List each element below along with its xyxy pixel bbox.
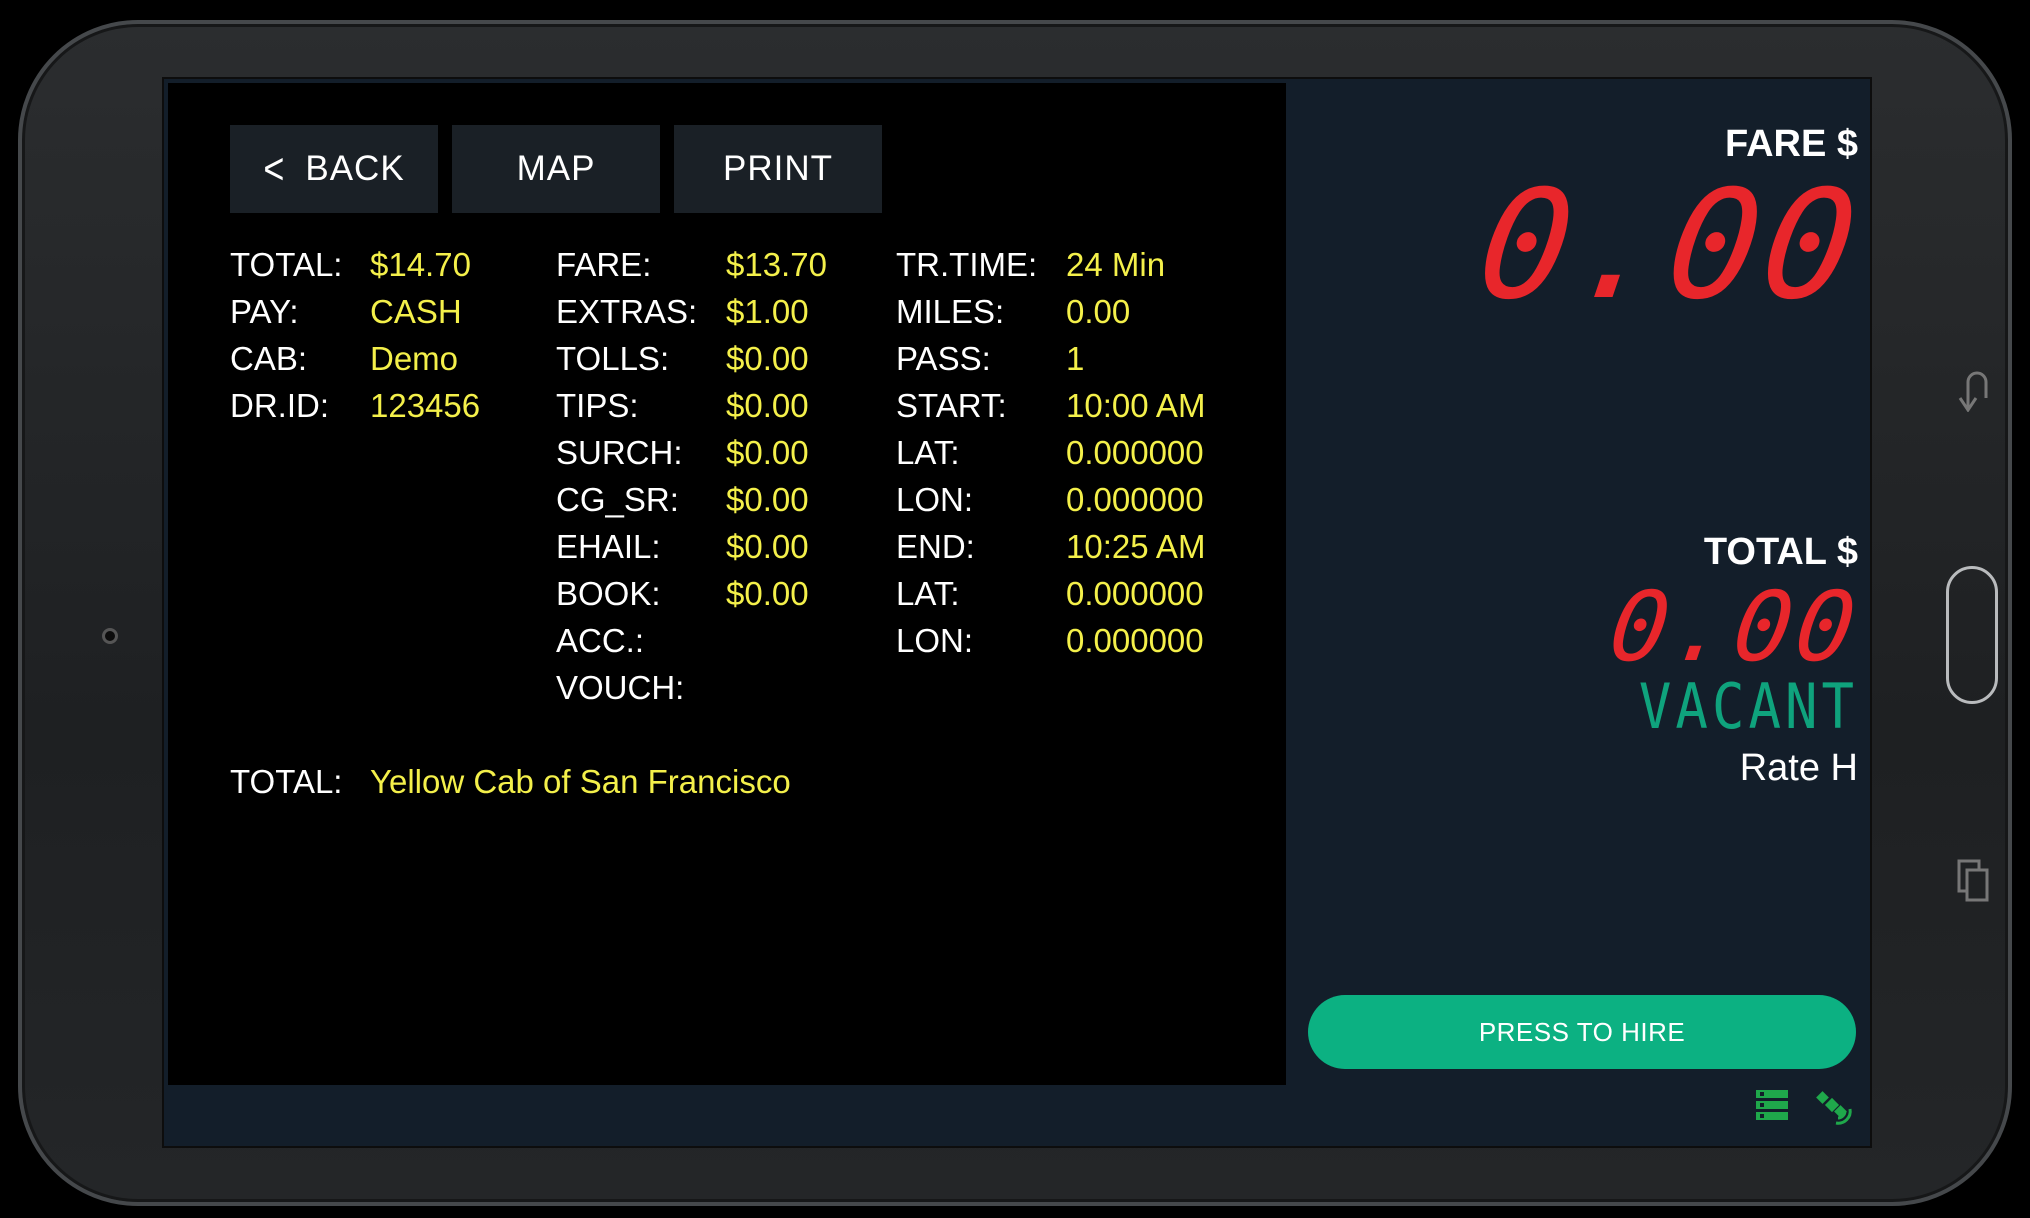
detail-label: BOOK: [556, 574, 661, 612]
detail-row: EHAIL: $0.00 [556, 523, 827, 570]
detail-value: $0.00 [726, 339, 809, 377]
detail-value: 0.000000 [1066, 574, 1204, 612]
detail-label: END: [896, 527, 975, 565]
detail-label: PASS: [896, 339, 991, 377]
detail-label: EXTRAS: [556, 292, 698, 330]
detail-label: START: [896, 386, 1007, 424]
total-label: TOTAL $ [1703, 531, 1858, 573]
detail-label: LON: [896, 621, 974, 659]
detail-label: LAT: [896, 574, 960, 612]
status-display: VACANT [1638, 670, 1858, 743]
detail-value: 123456 [370, 386, 481, 424]
detail-row: END: 10:25 AM [896, 523, 1205, 570]
detail-value: 10:25 AM [1066, 527, 1206, 565]
detail-value: $0.00 [726, 574, 809, 612]
detail-value: $1.00 [726, 292, 809, 330]
company-value: Yellow Cab of San Francisco [370, 763, 791, 800]
detail-label: MILES: [896, 292, 1005, 330]
detail-label: ACC.: [556, 621, 645, 659]
detail-row: LAT: 0.000000 [896, 570, 1205, 617]
meter-pane: FARE $ 0.00 TOTAL $ 0.00 VACANT Rate H P… [1286, 79, 1871, 1146]
detail-label: LAT: [896, 433, 960, 471]
trip-details-pane: < BACK MAP PRINT TOTAL: $14.70 PAY: CASH CAB… [168, 83, 1286, 1085]
satellite-icon [1814, 1087, 1854, 1127]
server-icon [1754, 1087, 1790, 1127]
press-to-hire-button[interactable]: PRESS TO HIRE [1308, 995, 1856, 1069]
detail-row: TOTAL: $14.70 [230, 241, 480, 288]
rate-label: Rate H [1739, 747, 1858, 789]
detail-value: $0.00 [726, 433, 809, 471]
detail-row: LON: 0.000000 [896, 476, 1205, 523]
map-button[interactable]: MAP [452, 125, 660, 213]
detail-row: FARE: $13.70 [556, 241, 827, 288]
detail-label: FARE: [556, 245, 652, 283]
detail-row: PASS: 1 [896, 335, 1205, 382]
detail-value: $14.70 [370, 245, 471, 283]
detail-value: 1 [1066, 339, 1085, 377]
detail-label: CAB: [230, 339, 308, 377]
detail-label: SURCH: [556, 433, 683, 471]
detail-row: TR.TIME: 24 Min [896, 241, 1205, 288]
detail-label: VOUCH: [556, 668, 685, 706]
detail-label: TR.TIME: [896, 245, 1038, 283]
detail-label: TOTAL: [230, 245, 343, 283]
detail-value: 0.000000 [1066, 480, 1204, 518]
detail-row: DR.ID: 123456 [230, 382, 480, 429]
detail-value: $0.00 [726, 480, 809, 518]
detail-row: LAT: 0.000000 [896, 429, 1205, 476]
toolbar: < BACK MAP PRINT [230, 125, 882, 213]
detail-label: DR.ID: [230, 386, 329, 424]
detail-row: START: 10:00 AM [896, 382, 1205, 429]
detail-row: VOUCH: [556, 664, 827, 711]
detail-label: CG_SR: [556, 480, 679, 518]
detail-row: CG_SR: $0.00 [556, 476, 827, 523]
home-button[interactable] [1946, 566, 1998, 704]
camera-icon [102, 628, 118, 644]
back-icon[interactable] [1956, 368, 1990, 413]
detail-row: TOLLS: $0.00 [556, 335, 827, 382]
back-button[interactable]: < BACK [230, 125, 438, 213]
detail-label: TIPS: [556, 386, 639, 424]
detail-row: PAY: CASH [230, 288, 480, 335]
fare-display: 0.00 [1468, 159, 1871, 333]
detail-value: 0.000000 [1066, 621, 1204, 659]
trip-column-summary: TOTAL: $14.70 PAY: CASH CAB: Demo DR.ID: 123456 [230, 241, 480, 429]
status-icons [1754, 1087, 1854, 1127]
company-label: TOTAL: [230, 763, 343, 800]
detail-row: BOOK: $0.00 [556, 570, 827, 617]
detail-row: TIPS: $0.00 [556, 382, 827, 429]
total-display: 0.00 [1602, 571, 1866, 683]
detail-row: SURCH: $0.00 [556, 429, 827, 476]
detail-value: CASH [370, 292, 462, 330]
detail-row: LON: 0.000000 [896, 617, 1205, 664]
chevron-left-icon: < [263, 143, 286, 193]
back-label: BACK [305, 149, 405, 188]
app-screen: < BACK MAP PRINT TOTAL: $14.70 PAY: CASH CAB… [162, 77, 1872, 1148]
detail-row: CAB: Demo [230, 335, 480, 382]
company-row: TOTAL: Yellow Cab of San Francisco [230, 763, 791, 801]
detail-value: 24 Min [1066, 245, 1166, 283]
detail-value: 0.000000 [1066, 433, 1204, 471]
detail-label: TOLLS: [556, 339, 670, 377]
detail-label: PAY: [230, 292, 299, 330]
detail-value: $0.00 [726, 386, 809, 424]
detail-row: MILES: 0.00 [896, 288, 1205, 335]
detail-row: ACC.: [556, 617, 827, 664]
recent-apps-icon[interactable] [1956, 858, 1990, 904]
detail-row: EXTRAS: $1.00 [556, 288, 827, 335]
print-label: PRINT [723, 149, 833, 188]
map-label: MAP [516, 149, 596, 188]
detail-value: 10:00 AM [1066, 386, 1206, 424]
trip-column-charges: FARE: $13.70 EXTRAS: $1.00 TOLLS: $0.00 TIPS: $… [556, 241, 827, 711]
detail-value: $0.00 [726, 527, 809, 565]
print-button[interactable]: PRINT [674, 125, 882, 213]
detail-value: $13.70 [726, 245, 827, 283]
detail-value: Demo [370, 339, 459, 377]
trip-column-trip-info: TR.TIME: 24 Min MILES: 0.00 PASS: 1 START: 10:0… [896, 241, 1205, 664]
detail-value: 0.00 [1066, 292, 1131, 330]
detail-label: EHAIL: [556, 527, 661, 565]
detail-label: LON: [896, 480, 974, 518]
